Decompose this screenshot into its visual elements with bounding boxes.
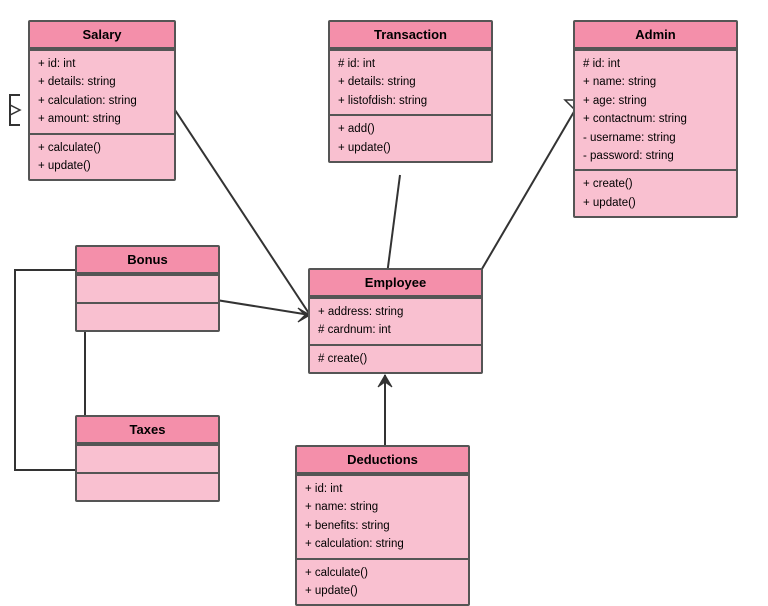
- admin-attributes: # id: int + name: string + age: string +…: [575, 49, 736, 169]
- transaction-class: Transaction # id: int + details: string …: [328, 20, 493, 163]
- transaction-attributes: # id: int + details: string + listofdish…: [330, 49, 491, 114]
- bonus-methods: [77, 302, 218, 330]
- taxes-methods: [77, 472, 218, 500]
- bonus-header: Bonus: [77, 247, 218, 274]
- bonus-class: Bonus: [75, 245, 220, 332]
- transaction-methods: + add() + update(): [330, 114, 491, 161]
- salary-header: Salary: [30, 22, 174, 49]
- salary-class: Salary + id: int + details: string + cal…: [28, 20, 176, 181]
- employee-attributes: + address: string # cardnum: int: [310, 297, 481, 344]
- taxes-header: Taxes: [77, 417, 218, 444]
- employee-methods: # create(): [310, 344, 481, 372]
- taxes-class: Taxes: [75, 415, 220, 502]
- uml-diagram: Salary + id: int + details: string + cal…: [0, 0, 768, 600]
- admin-methods: + create() + update(): [575, 169, 736, 216]
- deductions-attributes: + id: int + name: string + benefits: str…: [297, 474, 468, 558]
- salary-methods: + calculate() + update(): [30, 133, 174, 180]
- taxes-attributes: [77, 444, 218, 472]
- employee-class: Employee + address: string # cardnum: in…: [308, 268, 483, 374]
- employee-header: Employee: [310, 270, 481, 297]
- deductions-methods: + calculate() + update(): [297, 558, 468, 605]
- deductions-class: Deductions + id: int + name: string + be…: [295, 445, 470, 606]
- transaction-header: Transaction: [330, 22, 491, 49]
- deductions-header: Deductions: [297, 447, 468, 474]
- bonus-attributes: [77, 274, 218, 302]
- admin-class: Admin # id: int + name: string + age: st…: [573, 20, 738, 218]
- admin-header: Admin: [575, 22, 736, 49]
- salary-attributes: + id: int + details: string + calculatio…: [30, 49, 174, 133]
